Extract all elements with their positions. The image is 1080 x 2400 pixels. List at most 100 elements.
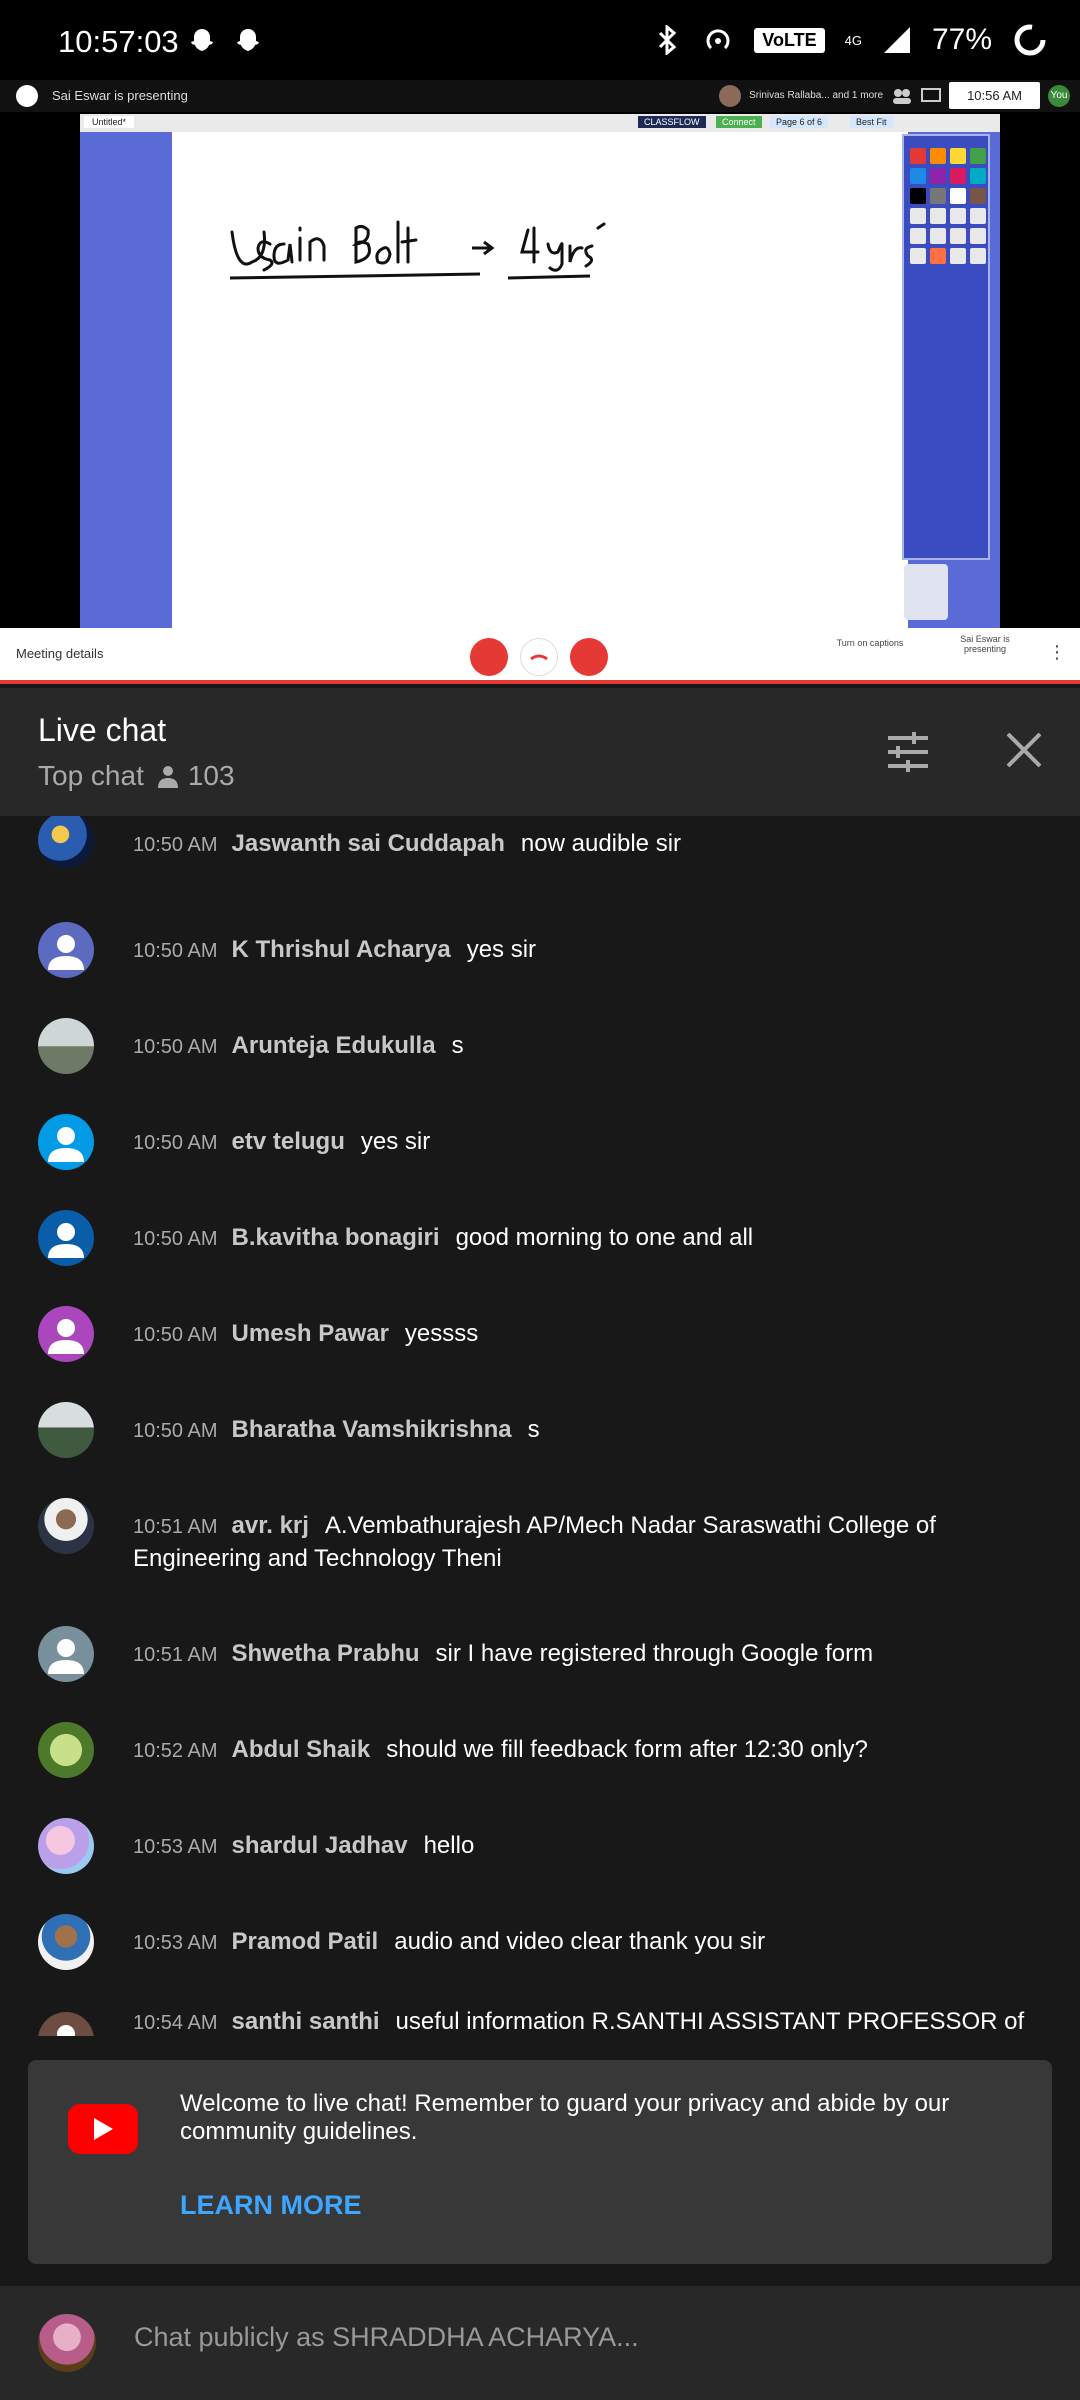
handwriting-drawing (229, 220, 606, 280)
message-body: 10:51 AM Shwetha Prabhu sir I have registe… (133, 1638, 1033, 1671)
author-avatar (38, 1402, 94, 1458)
message-timestamp: 10:50 AM (133, 1324, 218, 1346)
author-avatar (38, 816, 94, 868)
default-user-icon (48, 935, 84, 970)
hotspot-icon (706, 29, 730, 50)
learn-more-link[interactable]: LEARN MORE (180, 2190, 362, 2221)
eraser-tool-icon (950, 208, 966, 224)
lock-tool-icon (970, 248, 986, 264)
message-timestamp: 10:51 AM (133, 1644, 218, 1666)
default-user-icon (48, 1319, 84, 1354)
author-avatar (38, 1018, 94, 1074)
video-player[interactable]: Sai Eswar is presenting Srinivas Rallaba… (0, 80, 1080, 684)
message-body: 10:51 AM avr. krj A.Vembathurajesh AP/Mech… (133, 1510, 1033, 1575)
message-timestamp: 10:51 AM (133, 1516, 218, 1538)
viewer-count-value: 103 (187, 760, 235, 791)
hangup-button (520, 638, 558, 676)
message-author: Bharatha Vamshikrishna (231, 1416, 512, 1443)
color-swatch (930, 188, 946, 204)
color-swatch (910, 148, 926, 164)
page-indicator: Page 6 of 6 (770, 116, 829, 128)
message-author: shardul Jadhav (231, 1832, 408, 1859)
message-timestamp: 10:50 AM (133, 1420, 218, 1442)
message-author: B.kavitha bonagiri (231, 1224, 440, 1251)
default-user-icon (48, 1639, 84, 1674)
more-vert-icon: ⋮ (1048, 642, 1066, 662)
welcome-text: Welcome to live chat! Remember to guard … (180, 2090, 950, 2145)
author-avatar (38, 2012, 94, 2036)
youtube-icon (68, 2104, 138, 2154)
default-user-icon (57, 2025, 75, 2036)
shared-screen: Untitled* CLASSFLOW Connect Page 6 of 6 … (80, 114, 1000, 628)
participants-text: Srinivas Rallaba... and 1 more (749, 90, 884, 101)
message-text: yes sir (360, 1128, 431, 1155)
mic-off-button (470, 638, 508, 676)
tool-palette (902, 134, 990, 560)
person-icon (157, 766, 178, 788)
author-avatar (38, 1722, 94, 1778)
message-body: 10:50 AM etv telugu yes sir (133, 1126, 1033, 1159)
meet-top-right: Srinivas Rallaba... and 1 more 10:56 AM … (719, 82, 1070, 109)
message-author: Shwetha Prabhu (231, 1640, 420, 1667)
camera-off-button (570, 638, 608, 676)
color-swatch (950, 188, 966, 204)
chat-input-bar: Chat publicly as SHRADDHA ACHARYA... (0, 2286, 1080, 2400)
select-tool-icon (930, 228, 946, 244)
message-author: Jaswanth sai Cuddapah (231, 830, 505, 857)
snapchat-icon (191, 29, 213, 51)
author-avatar (38, 1306, 94, 1362)
chat-mode-dropdown[interactable]: Top chat (38, 760, 144, 792)
message-text: audio and video clear thank you sir (394, 1928, 766, 1955)
author-avatar (38, 1818, 94, 1874)
phone-icon (530, 654, 548, 661)
system-indicators: VoLTE 4G 77% (654, 22, 1048, 58)
message-timestamp: 10:50 AM (133, 940, 218, 962)
battery-ring-icon (1014, 24, 1046, 56)
message-timestamp: 10:50 AM (133, 1228, 218, 1250)
message-text: hello (423, 1832, 475, 1859)
close-icon[interactable] (1002, 728, 1046, 772)
message-body: 10:52 AM Abdul Shaik should we fill feedba… (133, 1734, 1033, 1767)
color-swatch (930, 168, 946, 184)
tune-icon[interactable] (884, 728, 932, 776)
play-icon (94, 2118, 113, 2140)
participant-avatar (719, 84, 742, 107)
message-body: 10:53 AM shardul Jadhav hello (133, 1830, 1033, 1863)
author-avatar (38, 1914, 94, 1970)
clock-tool-icon (910, 248, 926, 264)
status-time: 10:57:03 (58, 24, 179, 59)
message-text: should we fill feedback form after 12:30… (386, 1736, 868, 1763)
message-body: 10:50 AM K Thrishul Acharya yes sir (133, 934, 1033, 967)
chat-message-list[interactable]: 10:50 AM Jaswanth sai Cuddapah now audible… (0, 816, 1080, 2036)
undo-tool-icon (950, 228, 966, 244)
message-text: sir I have registered through Google for… (435, 1640, 874, 1667)
chat-subheader: Top chat 103 (38, 760, 235, 792)
text-tool-icon (910, 228, 926, 244)
message-body: 10:50 AM Jaswanth sai Cuddapah now audible… (133, 828, 1033, 861)
message-timestamp: 10:50 AM (133, 1036, 218, 1058)
default-user-icon (48, 1127, 84, 1162)
chat-title: Live chat (38, 712, 167, 748)
signal-icon (883, 27, 910, 53)
message-body: 10:50 AM Bharatha Vamshikrishna s (133, 1414, 1033, 1447)
my-avatar (38, 2314, 96, 2372)
color-swatch (950, 168, 966, 184)
chat-input[interactable]: Chat publicly as SHRADDHA ACHARYA... (134, 2322, 639, 2353)
presenting-indicator: Sai Eswar is presenting (960, 634, 1010, 654)
meeting-details-link: Meeting details (16, 646, 104, 661)
volte-badge: VoLTE (754, 27, 825, 53)
color-swatch (970, 148, 986, 164)
message-author: K Thrishul Acharya (231, 936, 451, 963)
message-timestamp: 10:50 AM (133, 1132, 218, 1154)
people-icon[interactable] (891, 88, 913, 104)
message-author: Pramod Patil (231, 1928, 379, 1955)
redo-tool-icon (970, 228, 986, 244)
message-timestamp: 10:50 AM (133, 834, 218, 856)
message-body: 10:53 AM Pramod Patil audio and video clea… (133, 1926, 1033, 1959)
author-avatar (38, 1210, 94, 1266)
message-timestamp: 10:52 AM (133, 1740, 218, 1762)
document-tab: Untitled* (84, 116, 135, 128)
color-swatch (970, 168, 986, 184)
color-swatch (910, 188, 926, 204)
chat-icon[interactable] (921, 87, 942, 104)
